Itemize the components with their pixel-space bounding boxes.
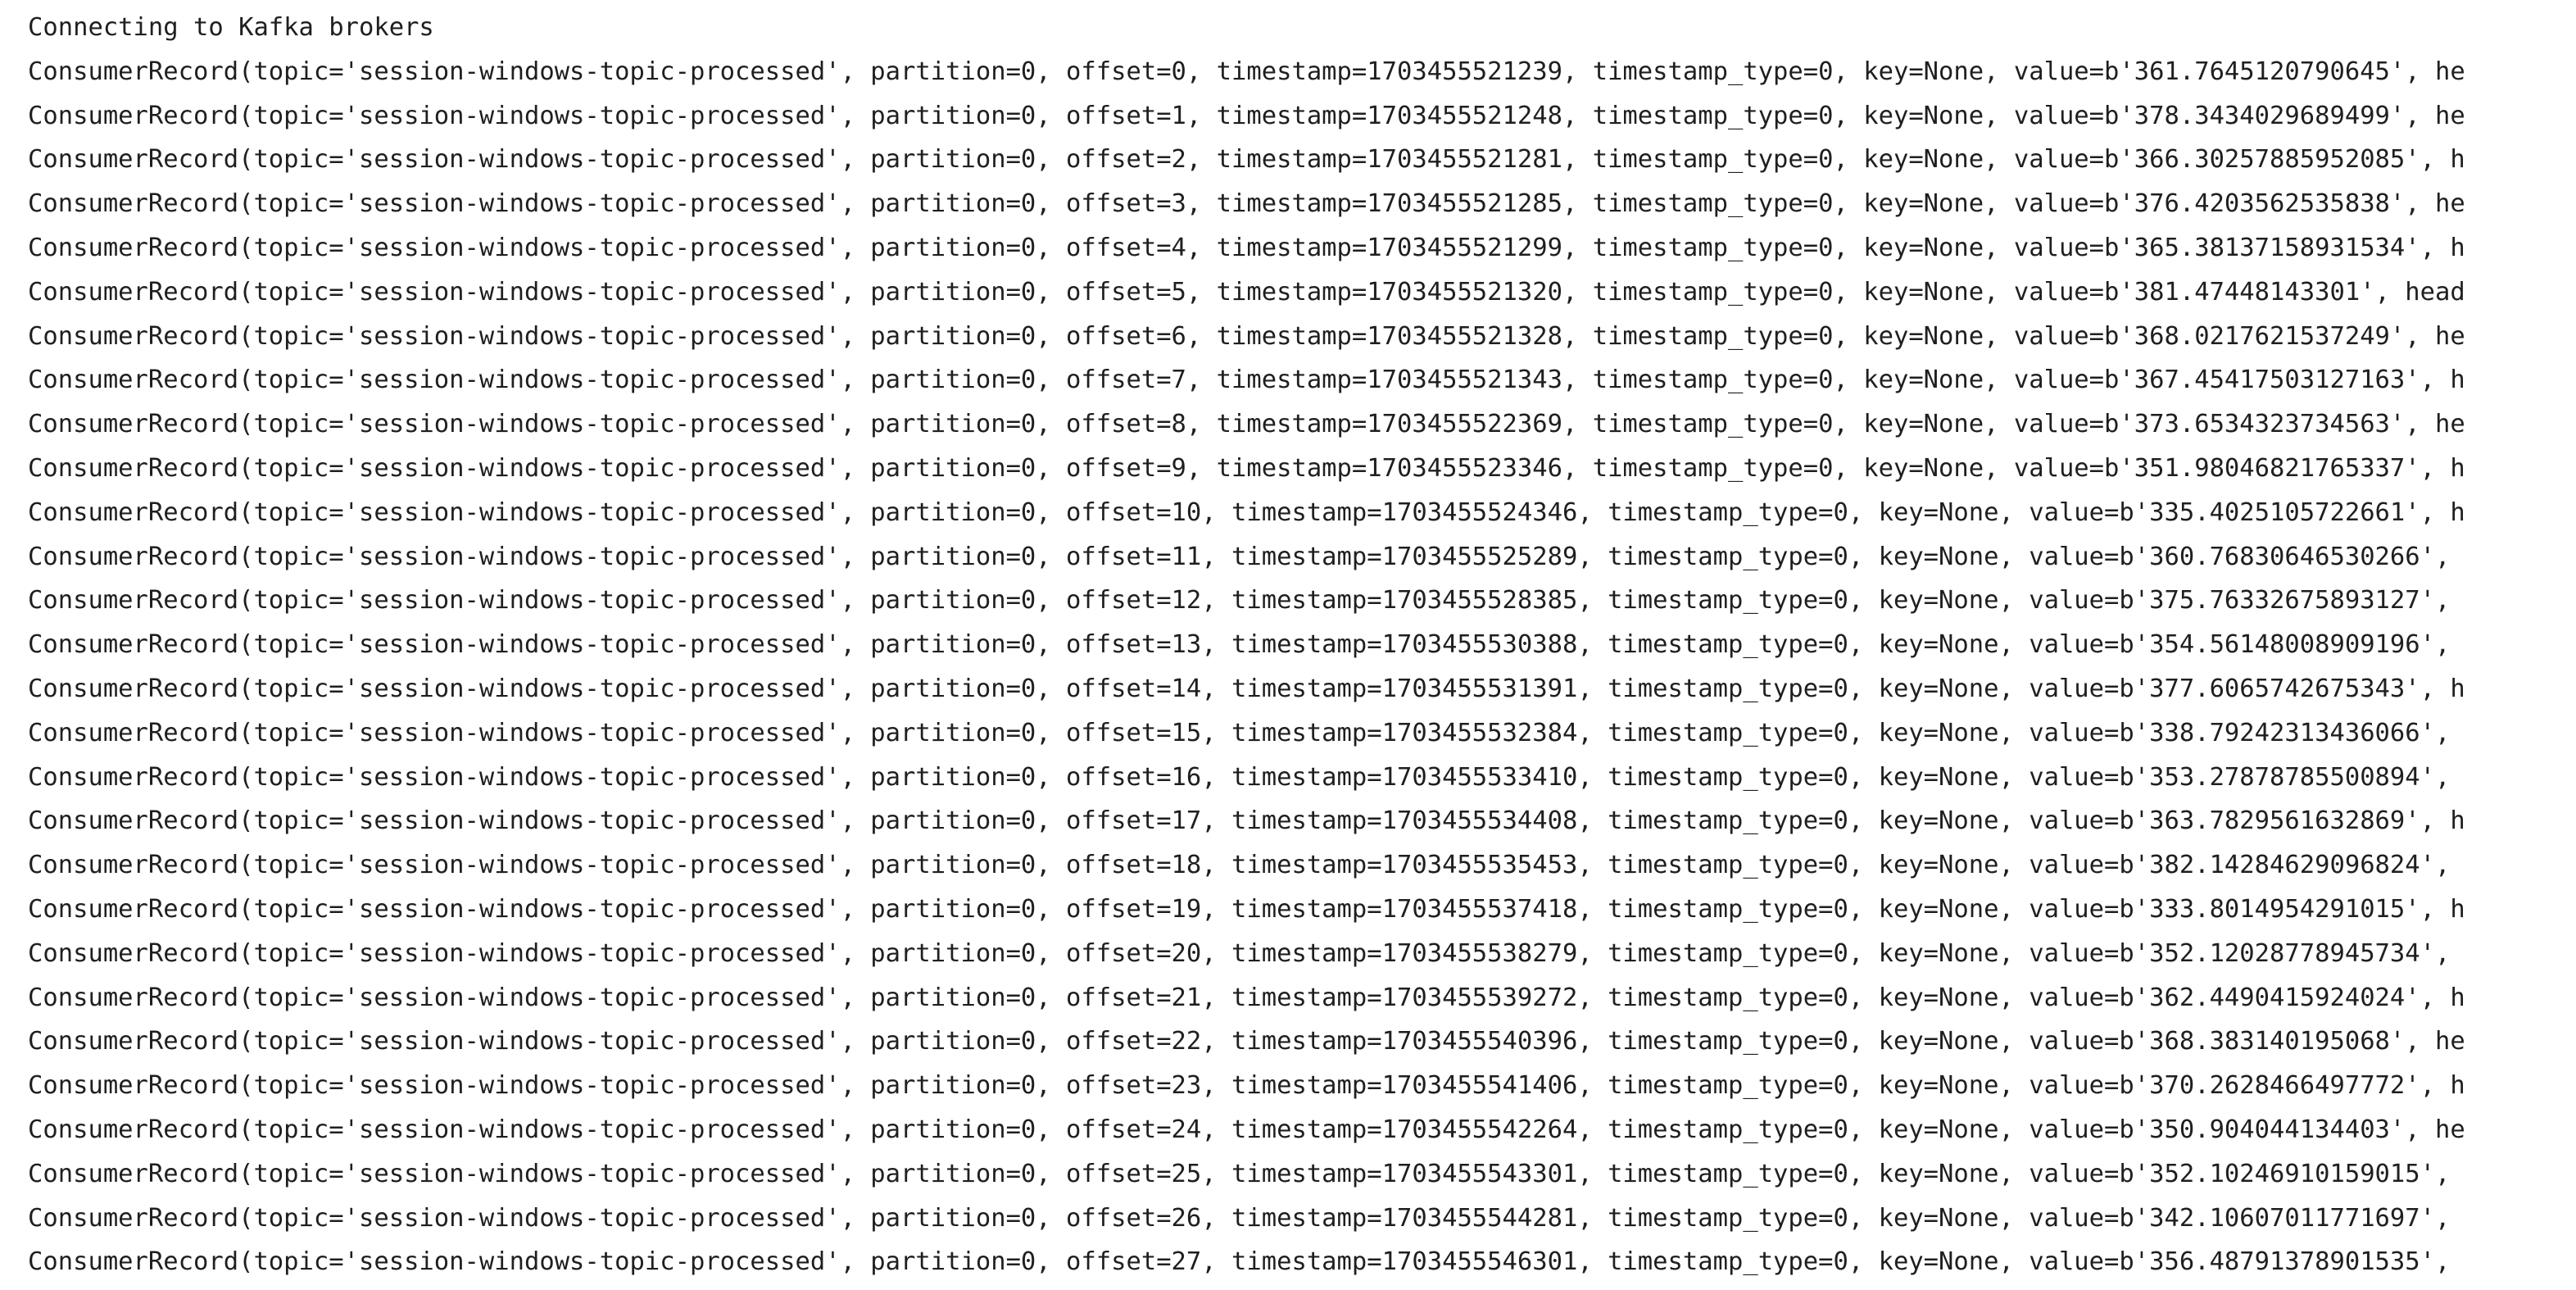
console-log-line: ConsumerRecord(topic='session-windows-to… bbox=[28, 1159, 2451, 1188]
console-log-line: ConsumerRecord(topic='session-windows-to… bbox=[28, 101, 2465, 130]
console-log-line: ConsumerRecord(topic='session-windows-to… bbox=[28, 718, 2451, 747]
console-log-line: ConsumerRecord(topic='session-windows-to… bbox=[28, 321, 2465, 351]
console-log-line: ConsumerRecord(topic='session-windows-to… bbox=[28, 1071, 2465, 1101]
console-log-line: ConsumerRecord(topic='session-windows-to… bbox=[28, 762, 2451, 792]
console-log-line: ConsumerRecord(topic='session-windows-to… bbox=[28, 894, 2465, 924]
console-lines: Connecting to Kafka brokers ConsumerReco… bbox=[28, 11, 2465, 1290]
console-log-line: ConsumerRecord(topic='session-windows-to… bbox=[28, 1203, 2451, 1233]
console-log-line: ConsumerRecord(topic='session-windows-to… bbox=[28, 189, 2465, 219]
console-log-line: ConsumerRecord(topic='session-windows-to… bbox=[28, 674, 2465, 703]
console-log-line: ConsumerRecord(topic='session-windows-to… bbox=[28, 233, 2465, 262]
console-log-line: ConsumerRecord(topic='session-windows-to… bbox=[28, 806, 2465, 836]
console-log-line: ConsumerRecord(topic='session-windows-to… bbox=[28, 410, 2465, 439]
console-log-line: ConsumerRecord(topic='session-windows-to… bbox=[28, 1027, 2465, 1056]
console-log-line: ConsumerRecord(topic='session-windows-to… bbox=[28, 145, 2465, 175]
console-log-line: ConsumerRecord(topic='session-windows-to… bbox=[28, 453, 2465, 483]
console-log-line: ConsumerRecord(topic='session-windows-to… bbox=[28, 938, 2451, 968]
console-log-line: ConsumerRecord(topic='session-windows-to… bbox=[28, 57, 2465, 86]
console-log-line: ConsumerRecord(topic='session-windows-to… bbox=[28, 586, 2451, 615]
console-log-line: ConsumerRecord(topic='session-windows-to… bbox=[28, 1115, 2465, 1144]
console-log-line: ConsumerRecord(topic='session-windows-to… bbox=[28, 277, 2465, 307]
console-log-line: ConsumerRecord(topic='session-windows-to… bbox=[28, 983, 2465, 1012]
console-log-line: ConsumerRecord(topic='session-windows-to… bbox=[28, 366, 2465, 395]
console-log-line: ConsumerRecord(topic='session-windows-to… bbox=[28, 542, 2451, 571]
console-log-line: ConsumerRecord(topic='session-windows-to… bbox=[28, 630, 2451, 660]
console-header-line: Connecting to Kafka brokers bbox=[28, 13, 434, 42]
console-log-line: ConsumerRecord(topic='session-windows-to… bbox=[28, 851, 2451, 880]
console-log-line: ConsumerRecord(topic='session-windows-to… bbox=[28, 1247, 2451, 1277]
console-output-panel[interactable]: Connecting to Kafka brokers ConsumerReco… bbox=[0, 0, 2576, 1290]
console-log-line: ConsumerRecord(topic='session-windows-to… bbox=[28, 497, 2465, 527]
